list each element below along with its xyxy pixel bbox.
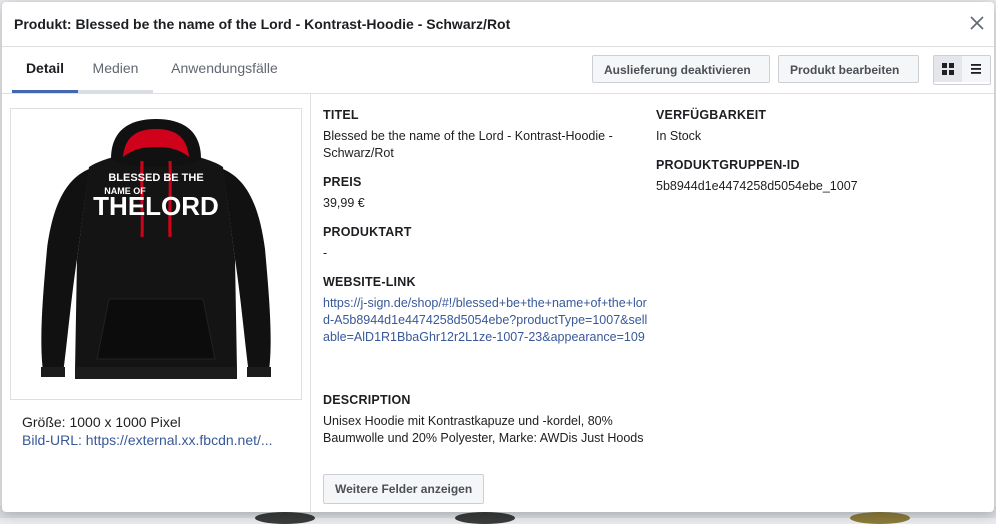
image-url-link[interactable]: Bild-URL: https://external.xx.fbcdn.net/… bbox=[22, 431, 273, 449]
product-group-id-value: 5b8944d1e4474258d5054ebe_1007 bbox=[656, 179, 858, 193]
grid-view-button[interactable] bbox=[934, 56, 962, 82]
image-panel: BLESSED BE THE NAME OF THELORD Größe: 10… bbox=[2, 93, 311, 512]
image-size: Größe: 1000 x 1000 Pixel bbox=[22, 414, 181, 430]
product-image[interactable]: BLESSED BE THE NAME OF THELORD bbox=[10, 108, 302, 400]
product-type-label: PRODUKTART bbox=[323, 225, 412, 239]
background-thumbnail bbox=[455, 512, 515, 524]
description-value: Unisex Hoodie mit Kontrastkapuze und -ko… bbox=[323, 414, 644, 445]
tab-detail[interactable]: Detail bbox=[12, 47, 78, 93]
deactivate-delivery-button[interactable]: Auslieferung deaktivieren bbox=[592, 55, 770, 83]
price-label: PREIS bbox=[323, 175, 362, 189]
description-label: DESCRIPTION bbox=[323, 393, 411, 407]
title-value: Blessed be the name of the Lord - Kontra… bbox=[323, 129, 613, 160]
dialog-header: Produkt: Blessed be the name of the Lord… bbox=[2, 2, 994, 47]
print-text-line1: BLESSED BE THE bbox=[108, 172, 203, 184]
product-type-value: - bbox=[323, 246, 328, 260]
view-toggle bbox=[933, 55, 991, 85]
background-thumbnail bbox=[255, 512, 315, 524]
website-link-label: WEBSITE-LINK bbox=[323, 275, 416, 289]
close-icon bbox=[970, 16, 984, 30]
print-text-line3: THELORD bbox=[93, 191, 219, 221]
tab-medien[interactable]: Medien bbox=[78, 47, 153, 93]
tab-anwendungsfaelle[interactable]: Anwendungsfälle bbox=[162, 47, 287, 93]
background-thumbnail bbox=[850, 512, 910, 524]
dialog-body: BLESSED BE THE NAME OF THELORD Größe: 10… bbox=[2, 93, 994, 512]
list-view-button[interactable] bbox=[962, 56, 990, 82]
price-value: 39,99 € bbox=[323, 196, 365, 210]
close-button[interactable] bbox=[966, 12, 988, 34]
title-label: TITEL bbox=[323, 108, 359, 122]
product-detail-dialog: Produkt: Blessed be the name of the Lord… bbox=[2, 2, 994, 512]
availability-label: VERFÜGBARKEIT bbox=[656, 108, 767, 122]
list-icon bbox=[971, 64, 981, 74]
show-more-fields-button[interactable]: Weitere Felder anzeigen bbox=[323, 474, 485, 504]
tab-bar: Detail Medien Anwendungsfälle Auslieferu… bbox=[2, 47, 994, 94]
website-link[interactable]: https://j-sign.de/shop/#!/blessed+be+the… bbox=[323, 295, 649, 346]
availability-value: In Stock bbox=[656, 129, 702, 143]
product-group-id-label: PRODUKTGRUPPEN-ID bbox=[656, 158, 800, 172]
image-meta: Größe: 1000 x 1000 Pixel Bild-URL: https… bbox=[22, 413, 273, 449]
edit-product-button[interactable]: Produkt bearbeiten bbox=[778, 55, 919, 83]
dialog-title: Produkt: Blessed be the name of the Lord… bbox=[14, 16, 511, 32]
hoodie-image: BLESSED BE THE NAME OF THELORD bbox=[41, 119, 271, 379]
grid-icon bbox=[942, 63, 954, 75]
